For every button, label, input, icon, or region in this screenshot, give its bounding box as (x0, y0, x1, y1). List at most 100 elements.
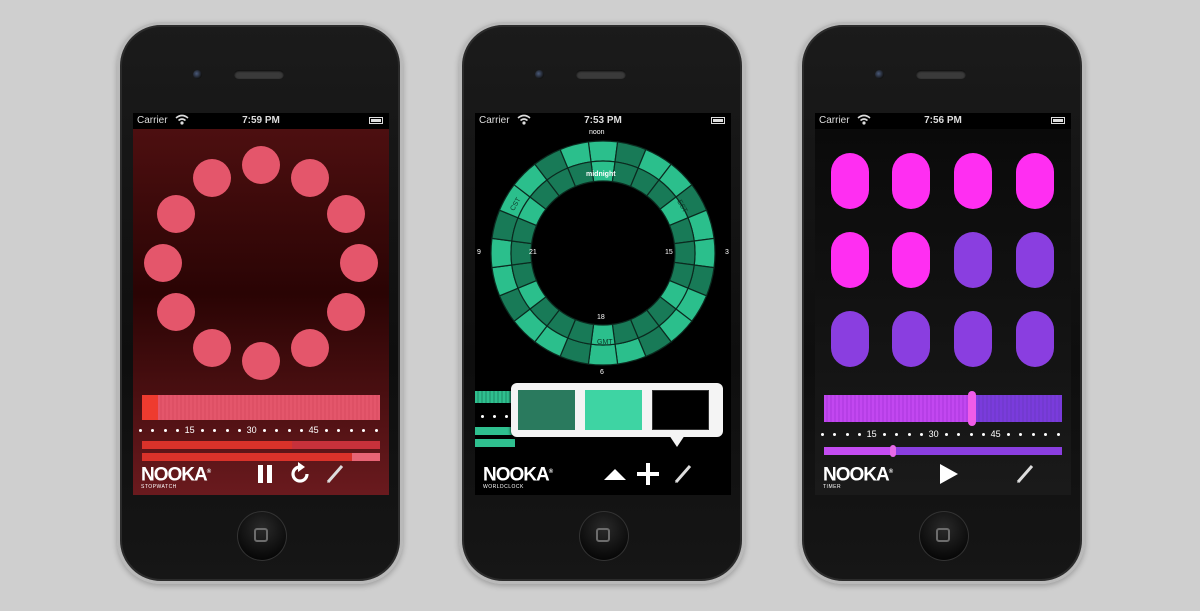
pause-icon[interactable] (252, 461, 278, 487)
scale-label: 30 (246, 425, 257, 435)
dial-label-noon: noon (589, 129, 605, 136)
nooka-logo: NOOKA® STOPWATCH (141, 464, 211, 491)
timer-pill[interactable] (831, 153, 869, 209)
phone-worldclock: Carrier 7:53 PM noon midnight 9 3 6 21 1… (459, 22, 745, 584)
bottom-toolbar: NOOKA® STOPWATCH (133, 451, 389, 495)
timer-progress-fill (824, 395, 972, 422)
scale-tick (833, 433, 837, 436)
seconds-dot (326, 293, 365, 331)
up-arrow-icon[interactable] (602, 461, 628, 487)
popover-arrow (669, 435, 685, 447)
seconds-dot-ring (133, 129, 389, 380)
home-button[interactable] (237, 511, 287, 561)
scale-tick (374, 429, 378, 432)
scale-label: 15 (184, 425, 195, 435)
seconds-dot (291, 328, 329, 367)
timer-app: 15 30 45 NOOKA® TIMER (815, 129, 1071, 495)
screen: Carrier 7:56 PM 15 30 45 NOOKA® TIMER (815, 113, 1071, 495)
stopwatch-progress-bar[interactable] (142, 395, 380, 420)
timer-pill[interactable] (892, 232, 930, 288)
earpiece-speaker (916, 70, 966, 79)
color-swatch-dark-green[interactable] (518, 390, 575, 430)
battery-icon (369, 117, 383, 124)
scale-tick (845, 433, 849, 436)
scale-tick (349, 429, 353, 432)
scale-tick (325, 429, 328, 432)
scale-tick (151, 429, 155, 432)
scale-tick (176, 429, 180, 432)
seconds-dot (340, 244, 378, 282)
seconds-dot (242, 342, 280, 380)
scale-tick (163, 429, 167, 432)
timer-pill[interactable] (831, 311, 869, 367)
timer-pill[interactable] (1016, 232, 1054, 288)
bottom-toolbar: NOOKA® WORLDCLOCK (475, 451, 731, 495)
timer-pill[interactable] (954, 153, 992, 209)
nooka-logo: NOOKA® WORLDCLOCK (483, 464, 553, 491)
bottom-toolbar: NOOKA® TIMER (815, 451, 1071, 495)
scale-tick (945, 433, 948, 436)
scale-tick (982, 433, 986, 436)
timer-slider-handle[interactable] (967, 391, 976, 426)
seconds-dot (157, 293, 196, 331)
scale-tick (362, 429, 366, 432)
plus-icon[interactable] (635, 461, 661, 487)
scale-label: 30 (928, 429, 939, 439)
status-time: 7:59 PM (242, 115, 280, 126)
edit-icon[interactable] (1013, 461, 1039, 487)
timer-pill[interactable] (892, 153, 930, 209)
zone-bar[interactable] (475, 391, 515, 403)
scale-tick (957, 433, 961, 436)
color-swatch-mint[interactable] (585, 390, 642, 430)
inner-hour-segment[interactable] (673, 240, 696, 266)
home-button[interactable] (579, 511, 629, 561)
battery-icon (711, 117, 725, 124)
scale-label: 45 (308, 425, 319, 435)
dial-label-15: 15 (665, 249, 673, 256)
reset-icon[interactable] (287, 461, 313, 487)
home-square-icon (936, 528, 950, 542)
outer-hour-segment[interactable] (587, 140, 619, 163)
progress-bar-start (142, 395, 158, 420)
timer-progress-bar[interactable] (824, 391, 1062, 426)
worldclock-app: noon midnight 9 3 6 21 15 18 CST GMT EST (475, 129, 731, 495)
timer-pill[interactable] (892, 311, 930, 367)
scale-tick (275, 429, 279, 432)
front-camera (193, 70, 202, 79)
timer-pill[interactable] (954, 311, 992, 367)
timer-pill[interactable] (831, 232, 869, 288)
zone-bar[interactable] (475, 427, 515, 435)
timer-pill[interactable] (954, 232, 992, 288)
lap-bar[interactable] (142, 441, 380, 449)
scale-tick (883, 433, 886, 436)
edit-icon[interactable] (671, 461, 697, 487)
timer-pill[interactable] (1016, 311, 1054, 367)
seconds-scale: 15 30 45 (137, 425, 385, 437)
seconds-dot (193, 328, 231, 367)
nooka-logo: NOOKA® TIMER (823, 464, 893, 491)
color-swatch-black[interactable] (652, 390, 709, 430)
home-button[interactable] (919, 511, 969, 561)
zone-bar[interactable] (475, 439, 515, 447)
outer-hour-segment[interactable] (587, 343, 619, 366)
outer-hour-segment[interactable] (693, 237, 716, 269)
outer-hour-segment[interactable] (490, 237, 513, 269)
play-icon[interactable] (935, 461, 961, 487)
status-time: 7:53 PM (584, 115, 622, 126)
dial-label-midnight: midnight (586, 171, 616, 178)
status-bar: Carrier 7:59 PM (133, 113, 389, 129)
timer-pill[interactable] (1016, 153, 1054, 209)
seconds-dot (326, 195, 365, 233)
minutes-scale: 15 30 45 (819, 429, 1067, 441)
scale-tick (895, 433, 899, 436)
dial-label-9: 9 (477, 249, 481, 256)
scale-tick (238, 429, 242, 432)
phone-stopwatch: Carrier 7:59 PM 15 30 45 NOOKA® STOPWATC… (117, 22, 403, 584)
scale-tick (1019, 433, 1023, 436)
dial-label-21: 21 (529, 249, 537, 256)
scale-tick (337, 429, 341, 432)
scale-tick (1031, 433, 1035, 436)
edit-icon[interactable] (323, 461, 349, 487)
dial-label-6: 6 (600, 369, 604, 376)
stopwatch-app: 15 30 45 NOOKA® STOPWATCH (133, 129, 389, 495)
